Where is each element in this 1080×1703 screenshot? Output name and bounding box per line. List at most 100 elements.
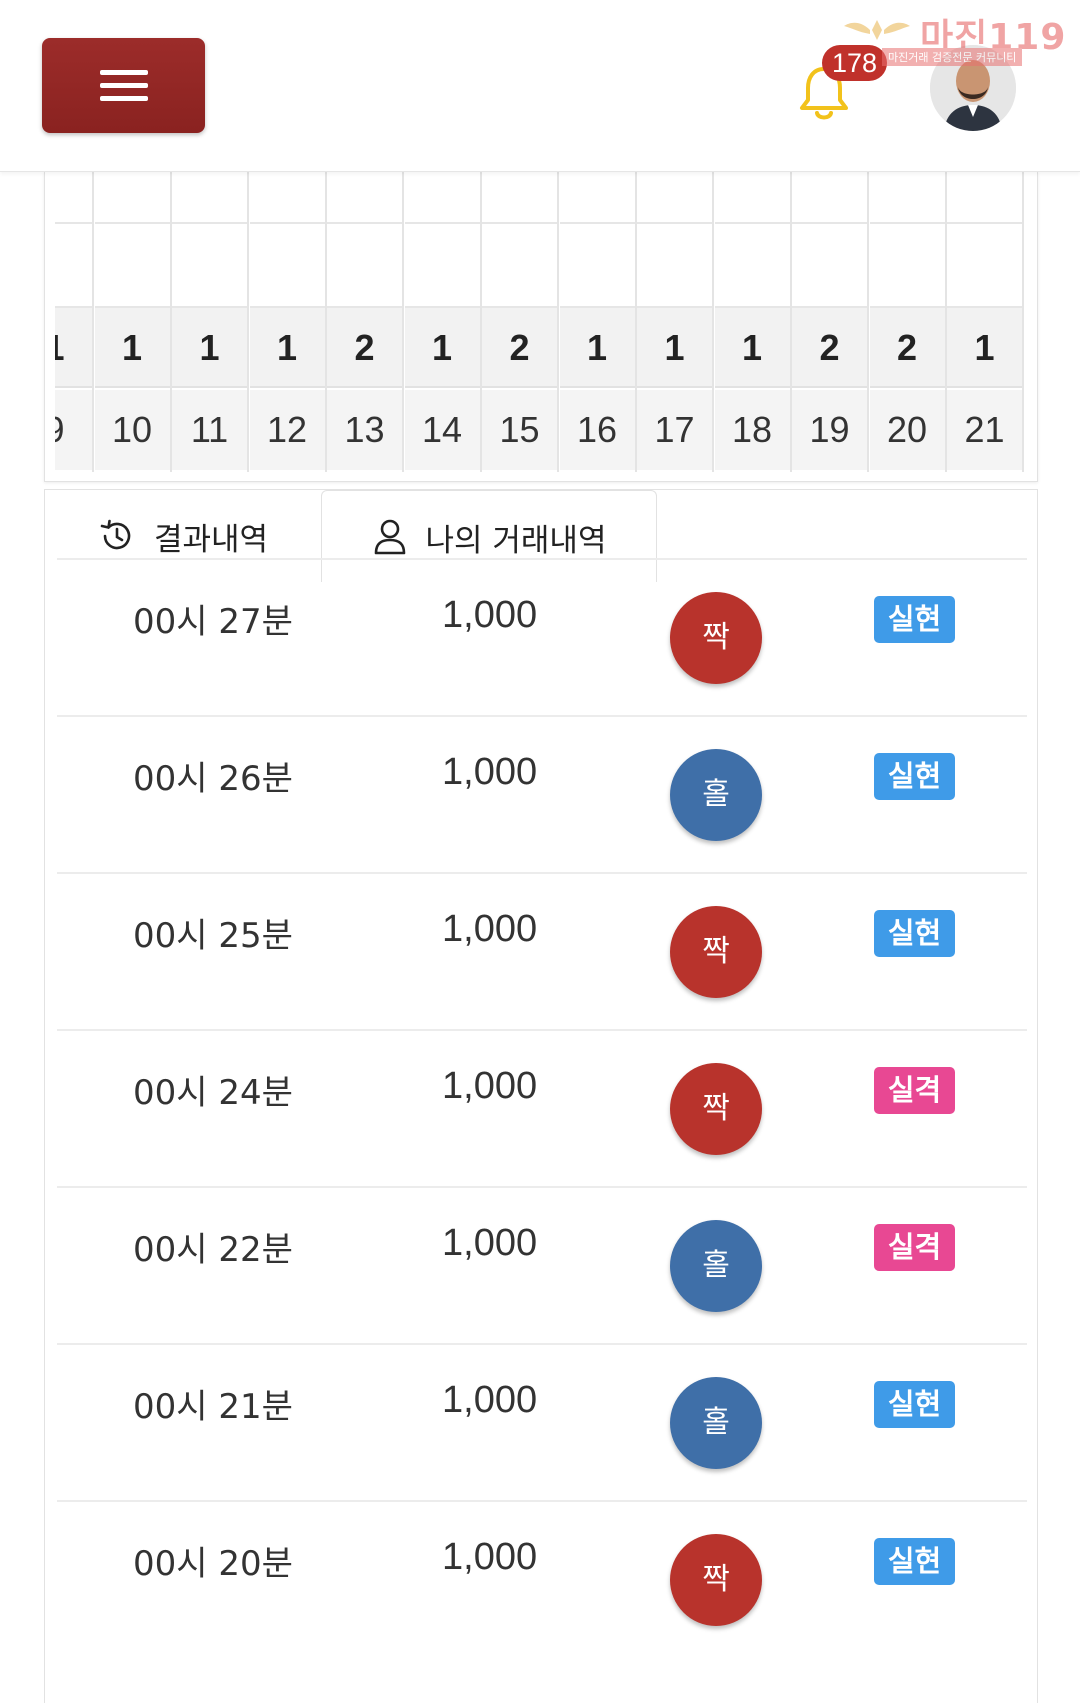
trade-amount: 1,000	[442, 1536, 538, 1578]
grid-cell-empty	[404, 172, 480, 224]
grid-cell-empty	[94, 172, 170, 224]
grid-index-cell: 15	[482, 390, 557, 470]
result-badge: 실현	[874, 1538, 955, 1585]
grid-column: 1 10	[94, 172, 172, 472]
grid-count-cell: 1	[55, 308, 92, 388]
trade-time: 00시 27분	[133, 602, 293, 642]
list-item: 00시 26분 1,000 홀 실현	[57, 715, 1027, 872]
grid-cell-empty	[172, 172, 247, 224]
result-badge: 실현	[874, 753, 955, 800]
trade-amount: 1,000	[442, 1379, 538, 1421]
grid-cell-empty	[947, 172, 1022, 224]
trade-amount: 1,000	[442, 908, 538, 950]
pick-ball: 짝	[670, 592, 762, 684]
grid-cell-empty	[94, 226, 170, 308]
list-item: 00시 27분 1,000 짝 실현	[57, 558, 1027, 715]
tab-results-label: 결과내역	[153, 521, 269, 558]
grid-count-cell: 1	[404, 308, 480, 388]
grid-cell-empty	[482, 172, 557, 224]
grid-index-cell: 20	[869, 390, 945, 470]
history-icon	[100, 519, 131, 550]
grid-cell-empty	[327, 172, 402, 224]
trade-time: 00시 24분	[133, 1073, 293, 1113]
grid-cell-empty	[792, 172, 867, 224]
list-item: 00시 24분 1,000 짝 실격	[57, 1029, 1027, 1186]
grid-column: 1 14	[404, 172, 482, 472]
grid-cell-empty	[947, 226, 1022, 308]
grid-cell-empty	[869, 172, 945, 224]
trade-time: 00시 20분	[133, 1544, 293, 1584]
trade-amount: 1,000	[442, 751, 538, 793]
watermark-subtitle: 마진거래 검증전문 커뮤니티	[882, 48, 1023, 66]
pick-ball: 홀	[670, 1220, 762, 1312]
list-item: 00시 25분 1,000 짝 실현	[57, 872, 1027, 1029]
trade-time: 00시 26분	[133, 759, 293, 799]
pick-ball: 홀	[670, 749, 762, 841]
grid-cell-empty	[559, 172, 635, 224]
grid-count-cell: 1	[172, 308, 247, 388]
grid-count-cell: 1	[637, 308, 712, 388]
watermark-logo: 마진119 마진거래 검증전문 커뮤니티	[842, 8, 1070, 66]
result-grid: 19110111112213114215116117118219220121	[55, 172, 1029, 472]
grid-count-cell: 2	[869, 308, 945, 388]
trade-time: 00시 22분	[133, 1230, 293, 1270]
grid-index-cell: 19	[792, 390, 867, 470]
grid-cell-empty	[482, 226, 557, 308]
grid-index-cell: 13	[327, 390, 402, 470]
trade-amount: 1,000	[442, 1222, 538, 1264]
grid-cell-empty	[327, 226, 402, 308]
grid-count-cell: 1	[249, 308, 325, 388]
grid-cell-empty	[404, 226, 480, 308]
grid-cell-empty	[55, 226, 92, 308]
grid-column: 2 20	[869, 172, 947, 472]
grid-index-cell: 18	[714, 390, 790, 470]
pick-ball: 짝	[670, 906, 762, 998]
trade-history-list: 00시 27분 1,000 짝 실현 00시 26분 1,000 홀 실현 00시 25분 1,0…	[44, 558, 1038, 1703]
grid-cell-empty	[172, 226, 247, 308]
trade-amount: 1,000	[442, 1065, 538, 1107]
grid-column: 2 13	[327, 172, 404, 472]
grid-column: 1 18	[714, 172, 792, 472]
user-icon	[374, 519, 405, 555]
grid-count-cell: 2	[482, 308, 557, 388]
grid-index-cell: 12	[249, 390, 325, 470]
grid-index-cell: 21	[947, 390, 1022, 470]
grid-cell-empty	[249, 172, 325, 224]
grid-column: 1 12	[249, 172, 327, 472]
grid-column: 2 19	[792, 172, 869, 472]
pick-ball: 홀	[670, 1377, 762, 1469]
grid-cell-empty	[559, 226, 635, 308]
grid-count-cell: 1	[559, 308, 635, 388]
grid-count-cell: 2	[327, 308, 402, 388]
list-item: 00시 22분 1,000 홀 실격	[57, 1186, 1027, 1343]
grid-column: 1 17	[637, 172, 714, 472]
grid-column: 1 11	[172, 172, 249, 472]
grid-column: 19	[55, 172, 94, 472]
menu-button[interactable]	[42, 38, 205, 133]
grid-column: 2 15	[482, 172, 559, 472]
grid-index-cell: 11	[172, 390, 247, 470]
result-badge: 실현	[874, 1381, 955, 1428]
grid-column: 1 16	[559, 172, 637, 472]
result-badge: 실격	[874, 1067, 955, 1114]
grid-cell-empty	[869, 226, 945, 308]
grid-count-cell: 1	[94, 308, 170, 388]
tab-my-trades-label: 나의 거래내역	[425, 522, 607, 559]
grid-index-cell: 10	[94, 390, 170, 470]
result-grid-card: 19110111112213114215116117118219220121	[44, 172, 1038, 482]
list-item: 00시 20분 1,000 짝 실현	[57, 1500, 1027, 1657]
grid-cell-empty	[792, 226, 867, 308]
grid-index-cell: 17	[637, 390, 712, 470]
grid-column: 1 21	[947, 172, 1024, 472]
pick-ball: 짝	[670, 1063, 762, 1155]
pick-ball: 짝	[670, 1534, 762, 1626]
grid-count-cell: 1	[947, 308, 1022, 388]
result-badge: 실격	[874, 1224, 955, 1271]
grid-index-cell: 14	[404, 390, 480, 470]
grid-count-cell: 1	[714, 308, 790, 388]
grid-cell-empty	[55, 172, 92, 224]
result-badge: 실현	[874, 910, 955, 957]
trade-amount: 1,000	[442, 594, 538, 636]
trade-time: 00시 25분	[133, 916, 293, 956]
grid-count-cell: 2	[792, 308, 867, 388]
